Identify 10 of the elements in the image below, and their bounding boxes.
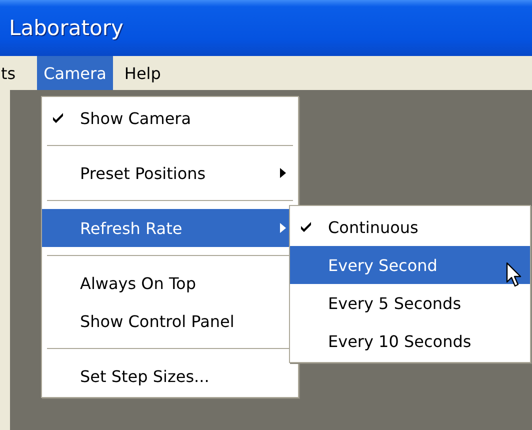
menu-item[interactable]: Every 5 Seconds bbox=[290, 284, 530, 322]
menu-item[interactable]: Show Camera bbox=[42, 99, 298, 137]
menu-bar-item[interactable]: ts bbox=[0, 56, 23, 90]
menu-bar-item[interactable]: Help bbox=[117, 56, 168, 90]
menu-bar-item[interactable]: Camera bbox=[36, 56, 114, 90]
menu-item[interactable]: Every Second bbox=[290, 246, 530, 284]
menu-item[interactable]: Every 10 Seconds bbox=[290, 322, 530, 360]
window-title: Laboratory bbox=[9, 16, 124, 40]
menu-item[interactable]: Preset Positions bbox=[42, 154, 298, 192]
menu-item[interactable]: Set Step Sizes... bbox=[42, 357, 298, 395]
